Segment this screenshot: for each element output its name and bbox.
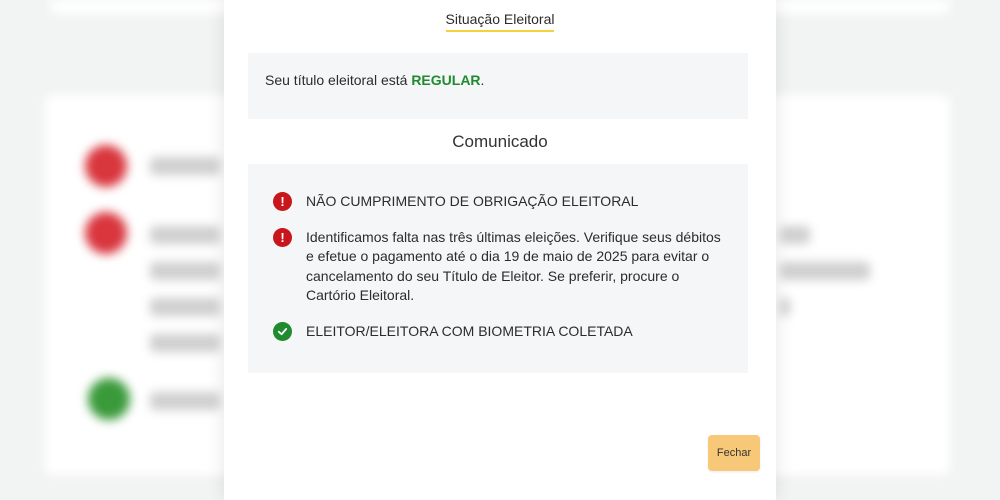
background-text-line (150, 334, 220, 352)
background-text-line (150, 298, 220, 316)
background-text-line (780, 262, 870, 280)
close-button[interactable]: Fechar (708, 435, 760, 471)
electoral-status-modal: Situação Eleitoral Seu título eleitoral … (224, 0, 776, 500)
exclamation-icon: ! (273, 192, 292, 211)
background-text-line (150, 392, 220, 410)
section-title: Comunicado (452, 132, 548, 151)
notice-item: ELEITOR/ELEITORA COM BIOMETRIA COLETADA (273, 321, 728, 342)
status-value: REGULAR (411, 72, 481, 88)
status-suffix: . (480, 72, 485, 88)
exclamation-icon: ! (273, 227, 292, 247)
background-text-line (780, 298, 790, 316)
check-glyph (277, 327, 288, 335)
notice-text: NÃO CUMPRIMENTO DE OBRIGAÇÃO ELEITORAL (306, 193, 639, 209)
background-alert-icon (85, 212, 127, 254)
status-prefix: Seu título eleitoral está (265, 72, 412, 88)
background-text-line (150, 226, 220, 244)
modal-title: Situação Eleitoral (445, 11, 555, 32)
background-text-line (780, 226, 810, 244)
notice-text: Identificamos falta nas três últimas ele… (306, 228, 721, 304)
background-check-icon (88, 378, 130, 420)
notice-box: ! NÃO CUMPRIMENTO DE OBRIGAÇÃO ELEITORAL… (248, 164, 748, 373)
notice-item: ! Identificamos falta nas três últimas e… (273, 227, 728, 306)
check-icon (273, 321, 292, 341)
background-alert-icon (85, 145, 127, 187)
status-box: Seu título eleitoral está REGULAR. (248, 53, 748, 119)
background-text-line (150, 157, 220, 175)
modal-title-wrapper: Situação Eleitoral (224, 11, 776, 32)
notice-text: ELEITOR/ELEITORA COM BIOMETRIA COLETADA (306, 322, 633, 339)
background-text-line (150, 262, 220, 280)
notice-item: ! NÃO CUMPRIMENTO DE OBRIGAÇÃO ELEITORAL (273, 192, 728, 212)
